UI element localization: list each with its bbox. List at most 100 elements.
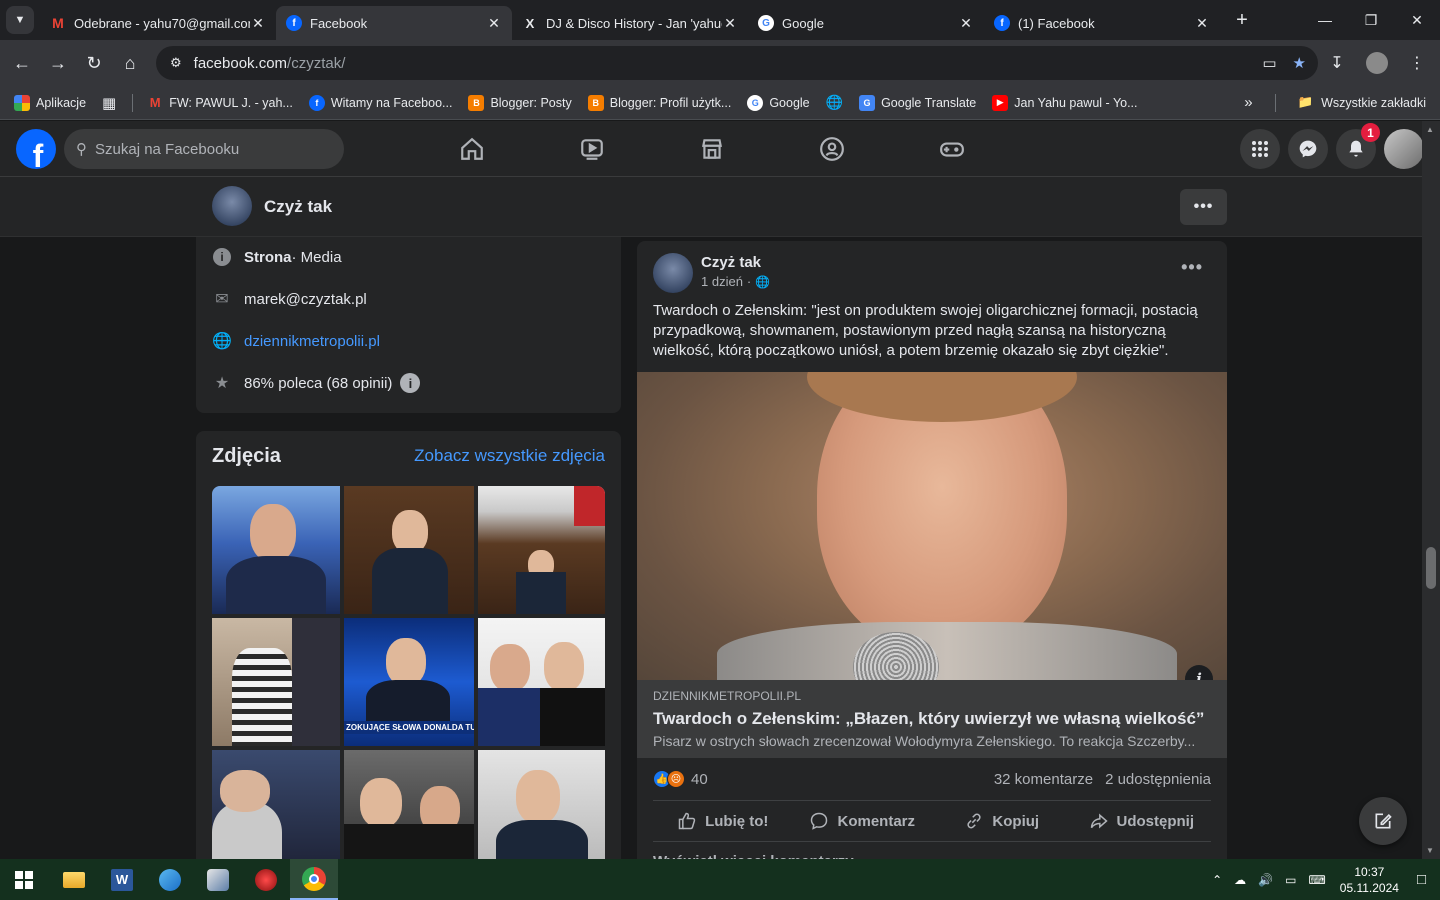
close-tab-icon[interactable]: ✕ — [722, 15, 738, 32]
network-icon[interactable]: ▭ — [1285, 873, 1296, 887]
website-link[interactable]: dziennikmetropolii.pl — [244, 333, 380, 350]
taskbar-clock[interactable]: 10:37 05.11.2024 — [1340, 864, 1399, 896]
onedrive-cloud-icon[interactable]: ☁ — [1234, 873, 1246, 887]
see-all-photos-link[interactable]: Zobacz wszystkie zdjęcia — [414, 446, 605, 466]
download-icon[interactable]: ↧ — [1322, 46, 1352, 80]
bookmark-youtube[interactable]: ▶ Jan Yahu pawul - Yo... — [992, 94, 1138, 111]
shares-count[interactable]: 2 udostępnienia — [1105, 771, 1211, 788]
bookmark-globe[interactable]: 🌐 — [826, 94, 843, 111]
bookmark-star-icon[interactable]: ★ — [1293, 54, 1306, 72]
new-tab-button[interactable]: + — [1228, 6, 1256, 34]
photo-thumbnail[interactable] — [344, 486, 474, 614]
post-link-image[interactable]: i — [637, 372, 1227, 680]
facebook-logo[interactable]: f — [16, 129, 56, 169]
bookmark-gmail[interactable]: M FW: PAWUL J. - yah... — [147, 95, 293, 111]
tab-google[interactable]: G Google ✕ — [748, 6, 984, 40]
post-author-avatar[interactable] — [653, 253, 693, 293]
photo-thumbnail[interactable] — [344, 750, 474, 871]
profile-avatar-browser[interactable] — [1362, 46, 1392, 80]
start-button[interactable] — [0, 859, 48, 900]
back-icon[interactable]: ← — [4, 45, 40, 81]
bookmark-facebook[interactable]: f Witamy na Faceboo... — [308, 94, 452, 111]
messenger-icon[interactable] — [1288, 129, 1328, 169]
notification-center-icon[interactable]: □ — [1417, 871, 1426, 888]
rating-text[interactable]: 86% poleca (68 opinii) — [244, 375, 392, 392]
page-more-options-button[interactable]: ••• — [1180, 189, 1227, 225]
share-button[interactable]: Udostępnij — [1072, 801, 1212, 841]
browser-menu-icon[interactable]: ⋮ — [1402, 46, 1432, 80]
app-red-icon[interactable] — [242, 859, 290, 900]
email-text[interactable]: marek@czyztak.pl — [244, 291, 367, 308]
tab-search-button[interactable]: ▼ — [6, 6, 34, 34]
page-avatar[interactable] — [212, 186, 252, 226]
close-tab-icon[interactable]: ✕ — [1194, 15, 1210, 32]
chrome-icon[interactable] — [290, 859, 338, 900]
app-blue-icon[interactable] — [146, 859, 194, 900]
keyboard-icon[interactable]: ⌨ — [1308, 873, 1325, 887]
page-name[interactable]: Czyż tak — [264, 197, 332, 217]
like-button[interactable]: Lubię to! — [653, 801, 793, 841]
scroll-down-icon[interactable]: ▼ — [1426, 846, 1434, 855]
bookmark-translate[interactable]: G Google Translate — [859, 94, 976, 111]
site-info-icon[interactable]: ⚙ — [170, 55, 182, 71]
tab-gmail[interactable]: M Odebrane - yahu70@gmail.com ✕ — [40, 6, 276, 40]
file-explorer-icon[interactable] — [50, 859, 98, 900]
notifications-bell-icon[interactable]: 1 — [1336, 123, 1380, 169]
nav-marketplace-icon[interactable] — [652, 121, 772, 177]
home-icon[interactable]: ⌂ — [112, 45, 148, 81]
photo-thumbnail[interactable] — [212, 486, 340, 614]
post-more-options-icon[interactable]: ••• — [1181, 257, 1203, 278]
post-author-name[interactable]: Czyż tak — [701, 254, 761, 271]
menu-grid-icon[interactable] — [1240, 129, 1280, 169]
all-bookmarks-folder[interactable]: 📁 Wszystkie zakładki — [1298, 95, 1426, 110]
bookmark-blogger-profile[interactable]: B Blogger: Profil użytk... — [587, 94, 731, 111]
bookmark-grid[interactable]: ▦ — [102, 94, 116, 112]
more-bookmarks-icon[interactable]: » — [1244, 94, 1252, 111]
post-time[interactable]: 1 dzień — [701, 274, 743, 289]
link-preview[interactable]: DZIENNIKMETROPOLII.PL Twardoch o Zełensk… — [637, 680, 1227, 758]
show-hidden-icons[interactable]: ⌃ — [1212, 873, 1222, 887]
reload-icon[interactable]: ↻ — [76, 45, 112, 81]
bookmark-apps[interactable]: Aplikacje — [14, 94, 86, 111]
photo-thumbnail[interactable]: ZOKUJĄCE SŁOWA DONALDA TU — [344, 618, 474, 746]
clock-date: 05.11.2024 — [1339, 880, 1399, 895]
minimize-icon[interactable]: — — [1302, 0, 1348, 40]
photo-thumbnail[interactable] — [212, 618, 340, 746]
tab-facebook-active[interactable]: f Facebook ✕ — [276, 6, 512, 40]
page-scrollbar[interactable]: ▲ ▼ — [1422, 121, 1440, 859]
nav-home-icon[interactable] — [412, 121, 532, 177]
close-tab-icon[interactable]: ✕ — [250, 15, 266, 32]
new-message-button[interactable] — [1359, 797, 1407, 845]
install-app-icon[interactable]: ▭ — [1262, 54, 1276, 72]
close-window-icon[interactable]: ✕ — [1394, 0, 1440, 40]
photo-thumbnail[interactable] — [478, 486, 605, 614]
scrollbar-thumb[interactable] — [1426, 547, 1436, 589]
nav-groups-icon[interactable] — [772, 121, 892, 177]
comment-button[interactable]: Komentarz — [793, 801, 933, 841]
tab-facebook-notifications[interactable]: f (1) Facebook ✕ — [984, 6, 1220, 40]
close-tab-icon[interactable]: ✕ — [958, 15, 974, 32]
word-icon[interactable]: W — [98, 859, 146, 900]
tab-x[interactable]: X DJ & Disco History - Jan 'yahudi ✕ — [512, 6, 748, 40]
rating-info-icon[interactable]: i — [400, 373, 421, 393]
bookmark-blogger-posts[interactable]: B Blogger: Posty — [468, 94, 572, 111]
address-bar[interactable]: ⚙ facebook.com/czyztak/ ▭ ★ — [156, 46, 1318, 80]
photo-thumbnail[interactable] — [478, 618, 605, 746]
account-avatar[interactable] — [1384, 129, 1424, 169]
reaction-count[interactable]: 40 — [691, 771, 708, 788]
restore-icon[interactable]: ❐ — [1348, 0, 1394, 40]
photo-thumbnail[interactable] — [478, 750, 605, 871]
close-tab-icon[interactable]: ✕ — [486, 15, 502, 32]
copy-button[interactable]: Kopiuj — [932, 801, 1072, 841]
image-info-icon[interactable]: i — [1185, 665, 1213, 680]
app-media-icon[interactable] — [194, 859, 242, 900]
facebook-search-input[interactable]: ⚲ Szukaj na Facebooku — [64, 129, 344, 169]
forward-icon[interactable]: → — [40, 45, 76, 81]
comments-count[interactable]: 32 komentarze — [994, 771, 1093, 788]
nav-video-icon[interactable] — [532, 121, 652, 177]
volume-icon[interactable]: 🔊 — [1258, 873, 1273, 887]
bookmark-google[interactable]: G Google — [747, 94, 810, 111]
scroll-up-icon[interactable]: ▲ — [1426, 125, 1434, 134]
photo-thumbnail[interactable] — [212, 750, 340, 871]
nav-gaming-icon[interactable] — [892, 121, 1012, 177]
